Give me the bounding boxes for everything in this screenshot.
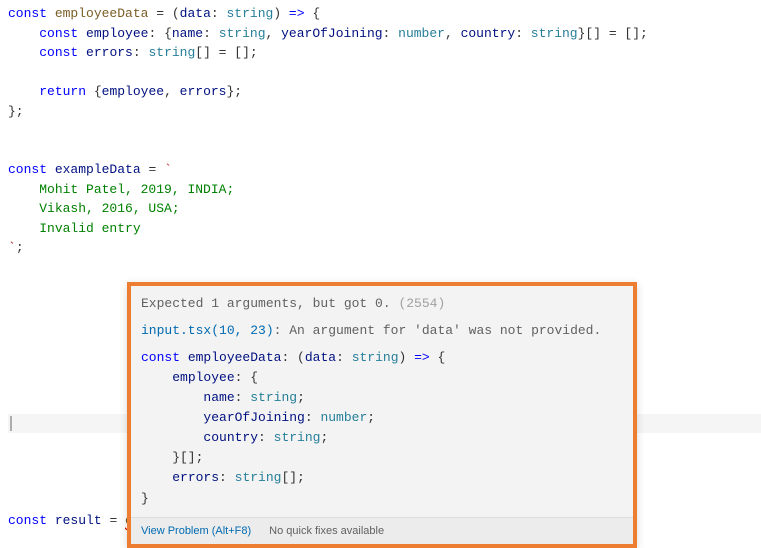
code-line: `; <box>8 238 761 258</box>
code-line: return {employee, errors}; <box>8 82 761 102</box>
code-line: const employeeData = (data: string) => { <box>8 4 761 24</box>
text-cursor <box>10 416 12 431</box>
tooltip-footer: View Problem (Alt+F8) No quick fixes ava… <box>131 517 633 545</box>
code-line <box>8 141 761 161</box>
code-line: Invalid entry <box>8 219 761 239</box>
code-line <box>8 121 761 141</box>
error-tooltip: Expected 1 arguments, but got 0. (2554) i… <box>127 282 637 548</box>
no-quick-fix-label: No quick fixes available <box>269 523 384 540</box>
code-line: }; <box>8 102 761 122</box>
code-line: const employee: {name: string, yearOfJoi… <box>8 24 761 44</box>
code-line <box>8 63 761 83</box>
view-problem-link[interactable]: View Problem (Alt+F8) <box>141 523 251 540</box>
tooltip-body: Expected 1 arguments, but got 0. (2554) i… <box>131 286 633 517</box>
code-line: Vikash, 2016, USA; <box>8 199 761 219</box>
type-signature: const employeeData: (data: string) => { … <box>141 348 623 509</box>
error-location[interactable]: input.tsx(10, 23): An argument for 'data… <box>141 321 623 342</box>
error-message: Expected 1 arguments, but got 0. (2554) <box>141 294 623 315</box>
code-line: const exampleData = ` <box>8 160 761 180</box>
code-line: const errors: string[] = []; <box>8 43 761 63</box>
code-line <box>8 258 761 278</box>
code-line: Mohit Patel, 2019, INDIA; <box>8 180 761 200</box>
